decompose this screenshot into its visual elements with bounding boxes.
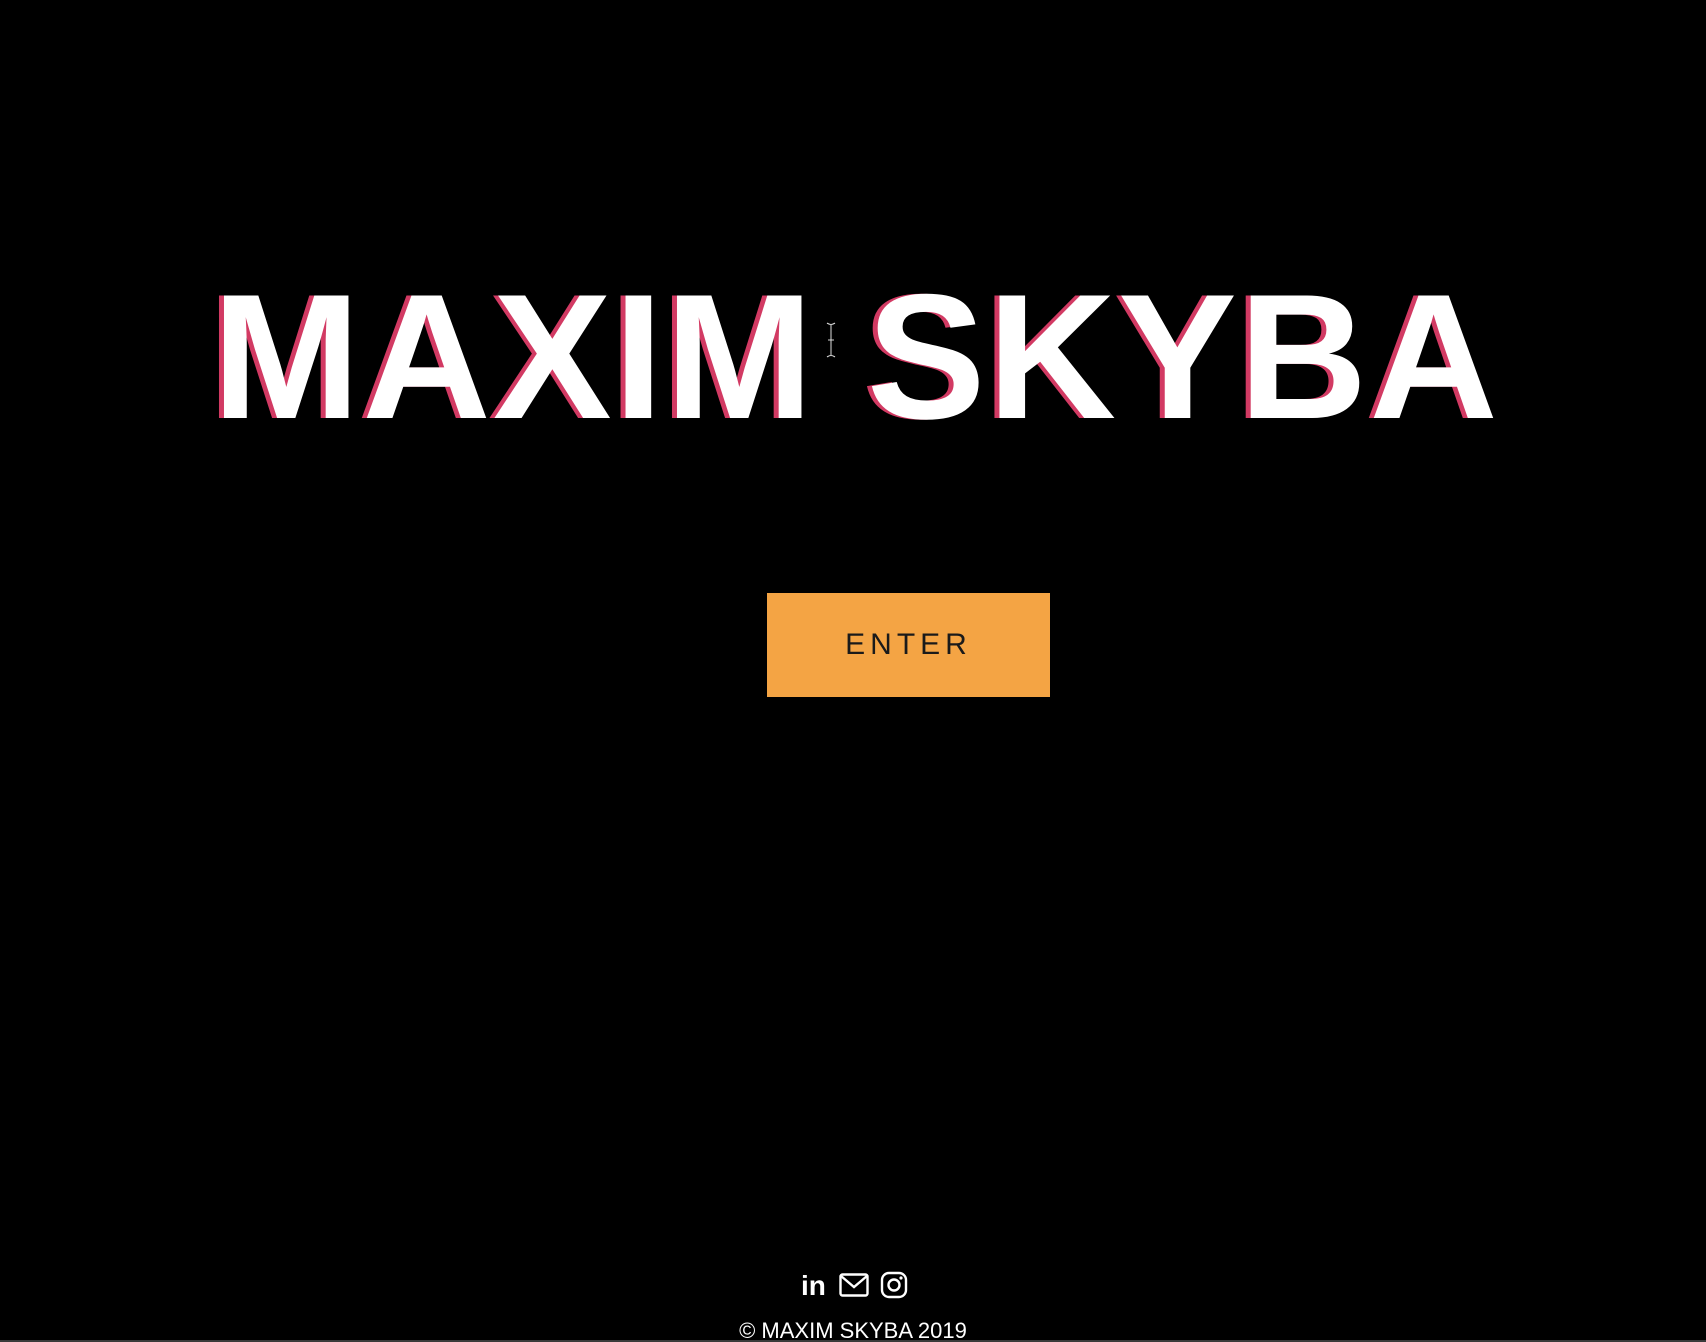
- instagram-icon[interactable]: [879, 1270, 909, 1300]
- enter-button[interactable]: ENTER: [767, 593, 1050, 697]
- landing-page: MAXIM SKYBA ENTER in © MAXIM SKYBA 2019: [0, 0, 1706, 1342]
- footer-copyright: © MAXIM SKYBA 2019: [739, 1318, 967, 1342]
- text-cursor-icon: [826, 322, 836, 358]
- social-links: in: [0, 1270, 1706, 1300]
- linkedin-icon[interactable]: in: [799, 1270, 829, 1300]
- mail-icon[interactable]: [839, 1270, 869, 1300]
- svg-text:in: in: [801, 1270, 826, 1300]
- hero-title: MAXIM SKYBA: [212, 257, 1500, 456]
